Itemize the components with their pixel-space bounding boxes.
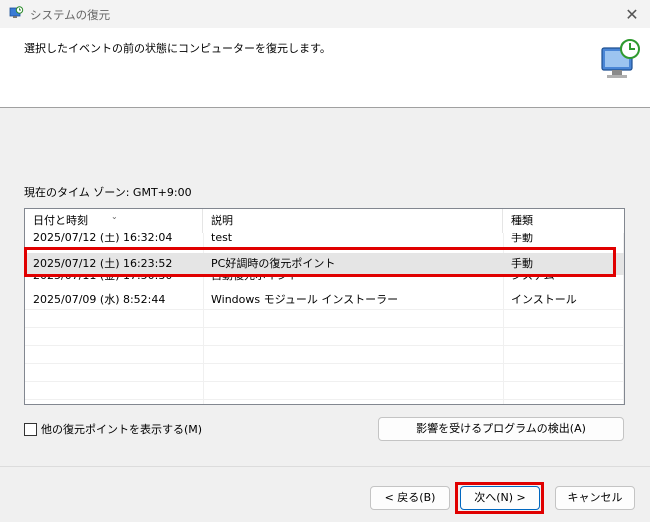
row-date: 2025/07/09 (水) 8:52:44: [33, 293, 166, 306]
table-header: 日付と時刻 ⌄ 説明 種類: [25, 209, 624, 233]
column-label-description: 説明: [211, 214, 233, 227]
column-header-type[interactable]: 種類: [503, 209, 624, 233]
sort-chevron-icon: ⌄: [111, 212, 118, 221]
scan-affected-programs-button[interactable]: 影響を受けるプログラムの検出(A): [378, 417, 624, 441]
close-button[interactable]: ✕: [614, 0, 650, 28]
row-divider: [25, 399, 624, 400]
instruction-text: 選択したイベントの前の状態にコンピューターを復元します。: [24, 42, 331, 55]
row-type: インストール: [511, 293, 577, 306]
row-divider: [25, 327, 624, 328]
show-more-label: 他の復元ポイントを表示する(M): [41, 423, 203, 436]
footer-divider: [0, 466, 650, 467]
close-icon: ✕: [625, 4, 639, 24]
window-title: システムの復元: [30, 8, 111, 22]
restore-monitor-icon: [601, 39, 640, 78]
system-restore-icon: [9, 6, 24, 18]
row-description: Windows モジュール インストーラー: [211, 293, 399, 306]
next-button-highlight: [455, 482, 544, 514]
column-header-description[interactable]: 説明: [203, 209, 503, 233]
row-description: test: [211, 233, 233, 243]
timezone-label: 現在のタイム ゾーン: GMT+9:00: [24, 186, 192, 199]
column-label-date: 日付と時刻: [33, 214, 88, 227]
row-divider: [25, 309, 624, 310]
header-panel: 選択したイベントの前の状態にコンピューターを復元します。: [0, 28, 650, 108]
selected-row-highlight: [24, 247, 616, 277]
row-divider: [25, 381, 624, 382]
table-row[interactable]: 2025/07/12 (土) 16:32:04 test 手動: [25, 233, 624, 243]
show-more-restore-points[interactable]: 他の復元ポイントを表示する(M): [24, 421, 202, 437]
table-row[interactable]: 2025/07/09 (水) 8:52:44 Windows モジュール インス…: [25, 291, 624, 309]
cancel-button[interactable]: キャンセル: [555, 486, 635, 510]
row-divider: [25, 363, 624, 364]
show-more-checkbox[interactable]: [24, 422, 37, 436]
column-label-type: 種類: [511, 214, 533, 227]
row-type: 手動: [511, 233, 533, 243]
back-button[interactable]: < 戻る(B): [370, 486, 450, 510]
column-header-date[interactable]: 日付と時刻 ⌄: [25, 209, 203, 233]
row-date: 2025/07/12 (土) 16:32:04: [33, 233, 173, 243]
row-divider: [25, 345, 624, 346]
restore-point-table[interactable]: 日付と時刻 ⌄ 説明 種類 2025/07/12 (土) 16:32:04 te…: [24, 208, 625, 405]
title-bar: システムの復元 ✕: [0, 0, 650, 28]
